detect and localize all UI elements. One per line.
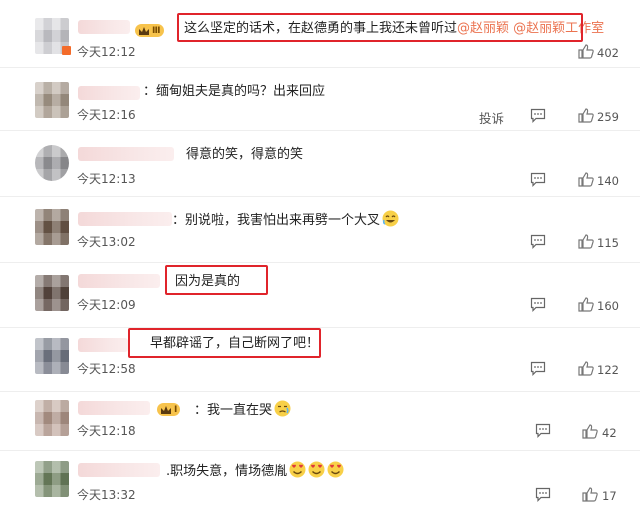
comment-item: .职场失意，情场德胤 今天13:32 17 [0, 451, 640, 522]
thumbs-up-icon[interactable] [578, 44, 594, 59]
crying-face-icon [274, 400, 291, 417]
comment-item: 得意的笑，得意的笑 今天12:13 140 [0, 131, 640, 193]
like-count: 42 [602, 426, 617, 440]
username-blurred[interactable] [78, 20, 130, 34]
comment-item: Ⅰ ：我一直在哭 今天12:18 42 [0, 392, 640, 452]
crown-icon [161, 405, 171, 414]
comment-reply-icon[interactable] [535, 487, 551, 502]
thumbs-up-icon[interactable] [578, 361, 594, 376]
fan-level-text: Ⅲ [152, 25, 161, 36]
thumbs-up-icon[interactable] [578, 297, 594, 312]
highlight-box [177, 13, 583, 42]
comment-item: ：别说啦，我害怕出来再劈一个大叉 今天13:02 115 [0, 197, 640, 261]
fan-level-text: Ⅰ [174, 404, 178, 415]
thumbs-up-icon[interactable] [582, 487, 598, 502]
comment-reply-icon[interactable] [530, 297, 546, 312]
username-blurred[interactable] [78, 147, 174, 161]
heart-eyes-face-icon [308, 461, 325, 478]
comment-text: ：缅甸姐夫是真的吗？出来回应 [143, 84, 326, 99]
username-blurred[interactable] [78, 401, 150, 415]
timestamp: 今天12:13 [77, 172, 136, 186]
avatar[interactable] [35, 145, 69, 181]
comment-item: 早都辟谣了，自己断网了吧！ 今天12:58 122 [0, 328, 640, 390]
highlight-box [128, 328, 321, 358]
timestamp: 今天12:09 [77, 298, 136, 312]
heart-eyes-face-icon [327, 461, 344, 478]
avatar[interactable] [35, 209, 69, 245]
timestamp: 今天12:58 [77, 362, 136, 376]
comment-reply-icon[interactable] [530, 108, 546, 123]
timestamp: 今天12:16 [77, 108, 136, 122]
username-blurred[interactable] [78, 212, 172, 226]
username-blurred[interactable] [78, 338, 128, 352]
comment-text: ：我一直在哭 [194, 400, 291, 420]
like-count: 160 [597, 299, 619, 313]
avatar[interactable] [35, 461, 69, 497]
thumbs-up-icon[interactable] [578, 108, 594, 123]
heart-eyes-face-icon [289, 461, 306, 478]
username-blurred[interactable] [78, 86, 140, 100]
timestamp: 今天13:02 [77, 235, 136, 249]
comment-reply-icon[interactable] [530, 361, 546, 376]
report-link[interactable]: 投诉 [479, 108, 504, 127]
comment-reply-icon[interactable] [535, 423, 551, 438]
username-blurred[interactable] [78, 463, 160, 477]
laughing-face-icon [382, 210, 399, 227]
avatar[interactable] [35, 82, 69, 118]
like-count: 115 [597, 236, 619, 250]
comment-item: ：缅甸姐夫是真的吗？出来回应 今天12:16 投诉 259 [0, 68, 640, 128]
thumbs-up-icon[interactable] [582, 424, 598, 439]
comment-text: ：别说啦，我害怕出来再劈一个大叉 [172, 210, 399, 230]
avatar[interactable] [35, 275, 69, 311]
timestamp: 今天12:12 [77, 45, 136, 59]
comment-item: Ⅲ 这么坚定的话术，在赵德勇的事上我还未曾听过@赵丽颖 @赵丽颖工作室 今天12… [0, 0, 640, 62]
like-count: 402 [597, 46, 619, 60]
like-count: 140 [597, 174, 619, 188]
verified-badge-icon [62, 46, 71, 55]
fan-level-badge: Ⅲ [135, 24, 164, 37]
comment-item: 因为是真的 今天12:09 160 [0, 263, 640, 325]
timestamp: 今天13:32 [77, 488, 136, 502]
like-count: 122 [597, 363, 619, 377]
like-count: 17 [602, 489, 617, 503]
timestamp: 今天12:18 [77, 424, 136, 438]
like-count: 259 [597, 110, 619, 124]
username-blurred[interactable] [78, 274, 160, 288]
thumbs-up-icon[interactable] [578, 234, 594, 249]
comment-text: 得意的笑，得意的笑 [186, 147, 304, 162]
highlight-box [165, 265, 268, 295]
comment-reply-icon[interactable] [530, 172, 546, 187]
comment-text: .职场失意，情场德胤 [166, 461, 344, 481]
crown-icon [139, 26, 149, 35]
fan-level-badge: Ⅰ [157, 403, 181, 416]
avatar[interactable] [35, 338, 69, 374]
thumbs-up-icon[interactable] [578, 172, 594, 187]
comment-reply-icon[interactable] [530, 234, 546, 249]
avatar[interactable] [35, 400, 69, 436]
